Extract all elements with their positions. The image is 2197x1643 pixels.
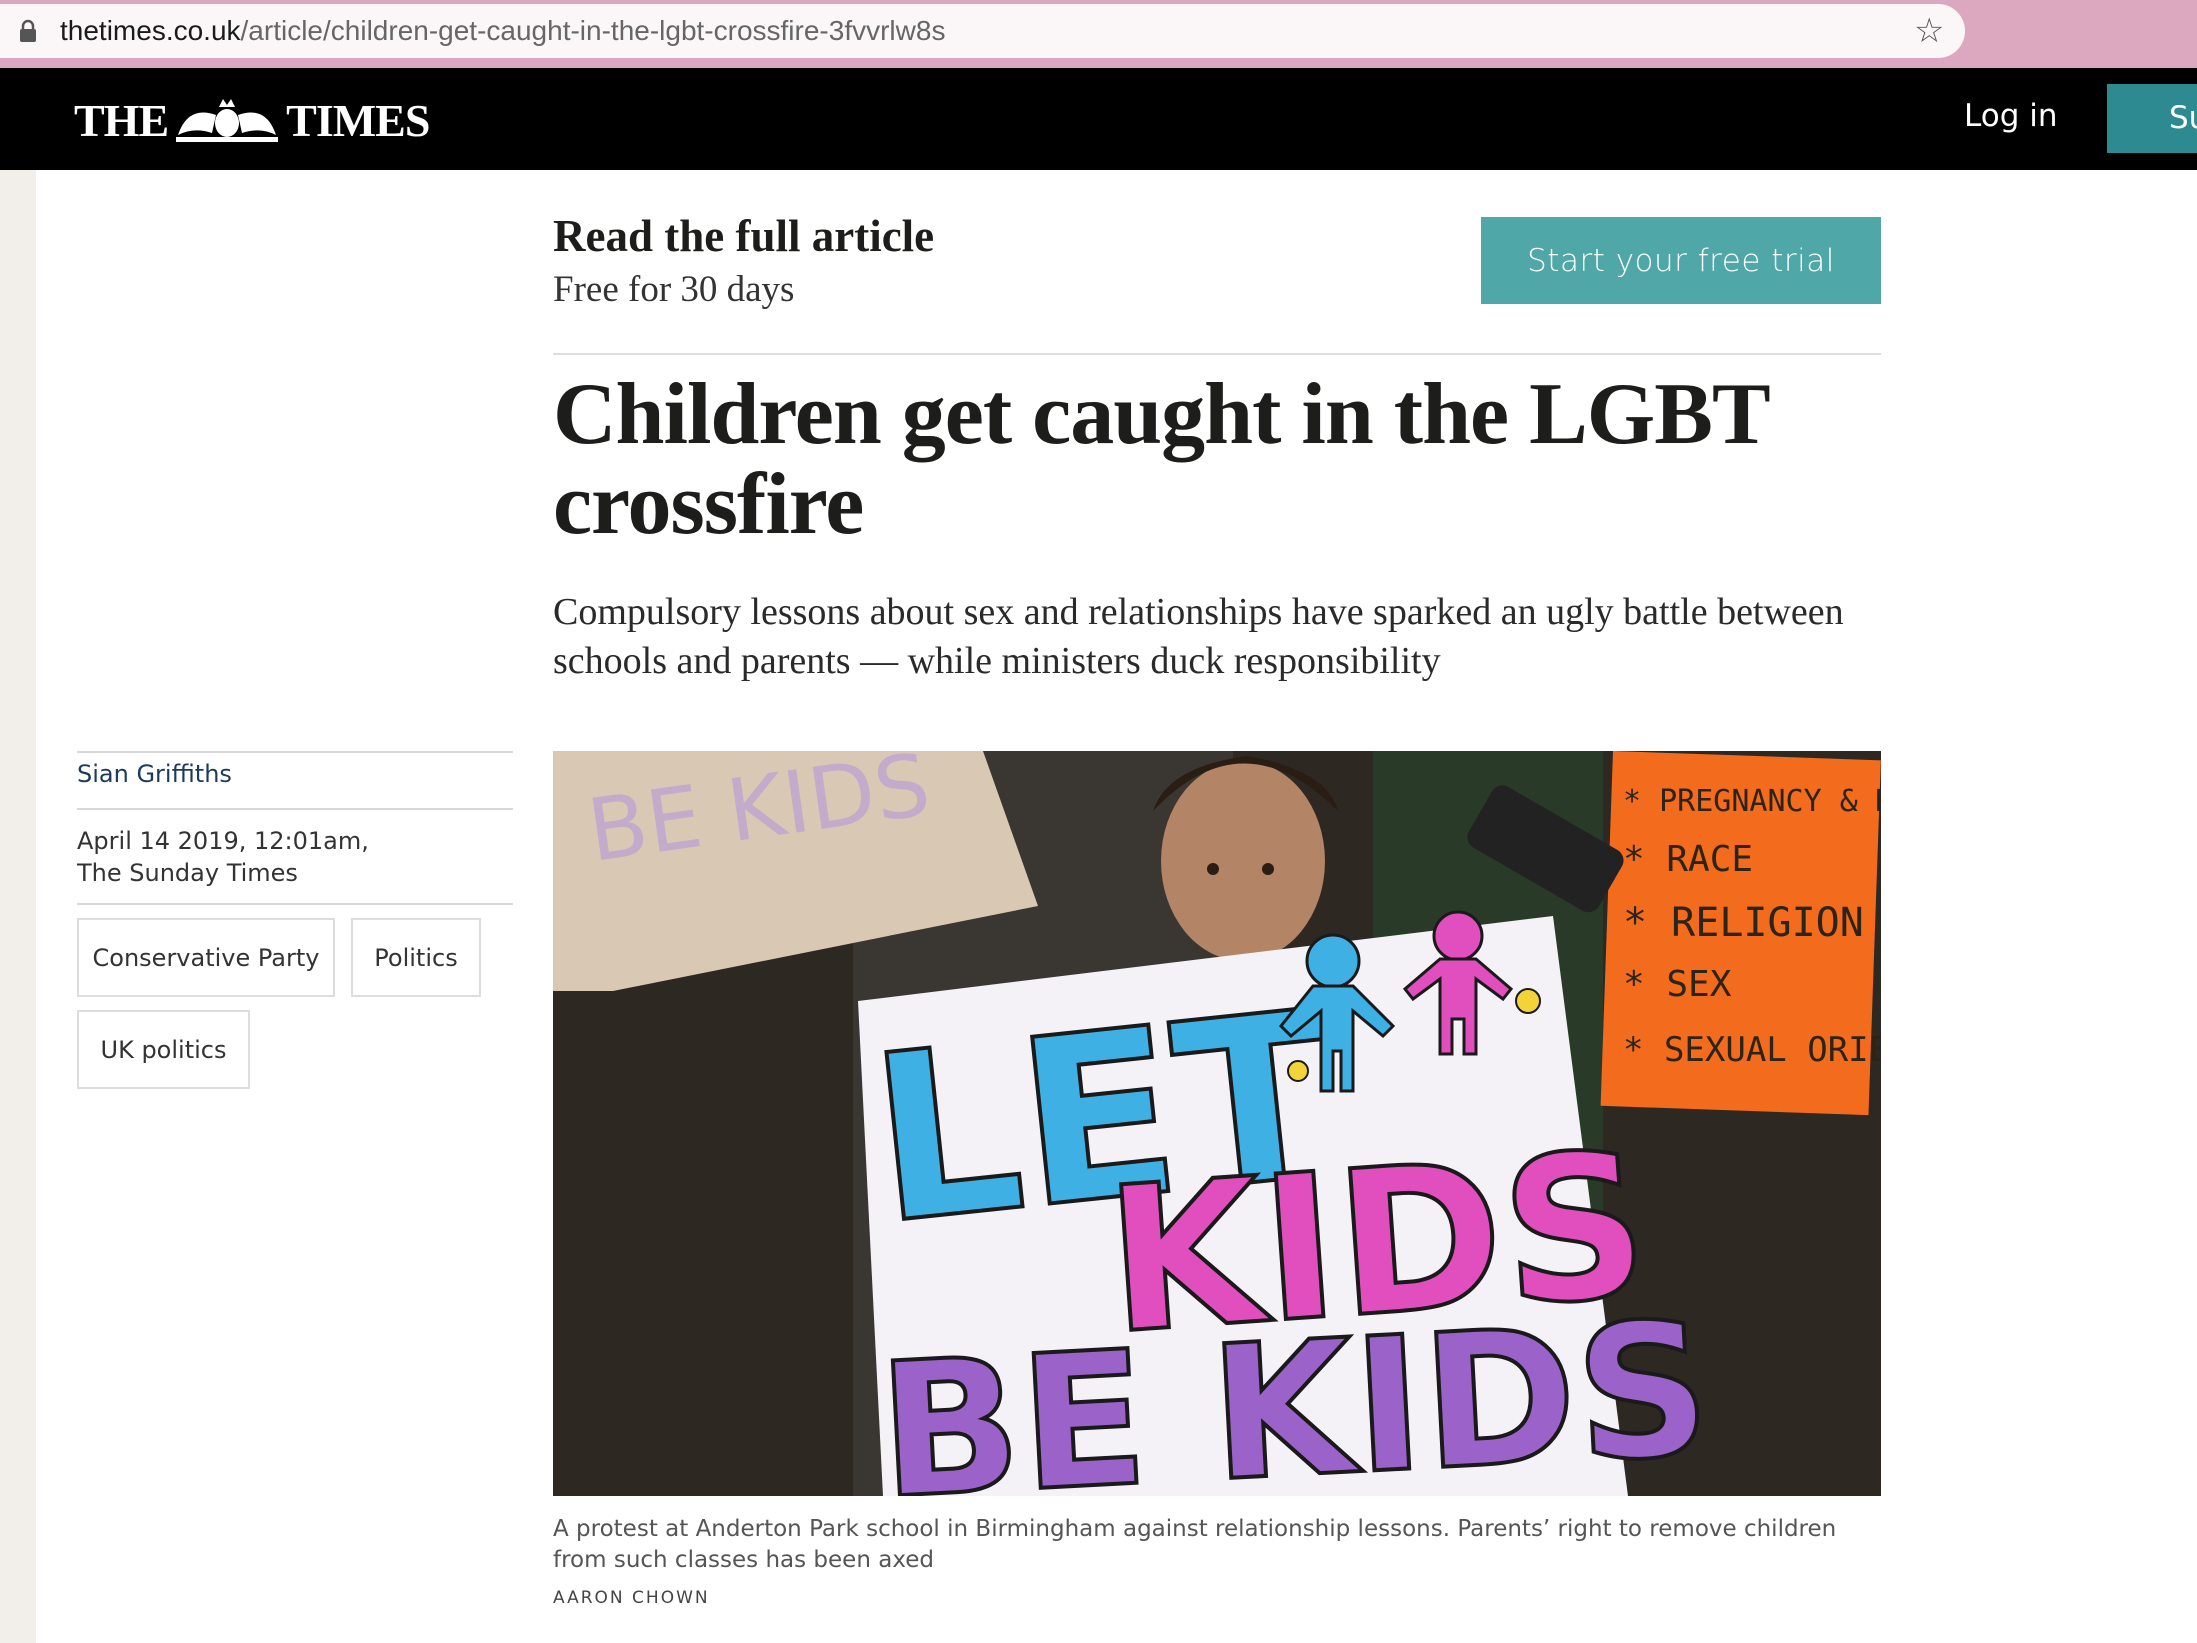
address-bar[interactable]: thetimes.co.uk/article/children-get-caug… bbox=[0, 4, 1965, 58]
url-domain: thetimes.co.uk bbox=[60, 15, 241, 46]
byline-divider bbox=[77, 751, 513, 753]
orange-sign-line: * PREGNANCY & MA bbox=[1623, 784, 1881, 819]
article-page: Read the full article Free for 30 days S… bbox=[36, 170, 2197, 1643]
promo-title: Read the full article bbox=[553, 211, 935, 261]
orange-sign-line: * SEX bbox=[1623, 964, 1732, 1005]
site-header: THE TIMES Log in Su bbox=[0, 68, 2197, 170]
orange-sign-line: * RACE bbox=[1623, 839, 1753, 880]
royal-crest-icon bbox=[176, 99, 279, 142]
the-times-logo[interactable]: THE TIMES bbox=[74, 92, 430, 148]
protest-photo-illustration: BE KIDS * PREGNANCY & MA * RACE * RELIGI… bbox=[553, 751, 1881, 1496]
author-link[interactable]: Sian Griffiths bbox=[77, 760, 232, 788]
photo-caption: A protest at Anderton Park school in Bir… bbox=[553, 1516, 1837, 1573]
byline-divider bbox=[77, 808, 513, 810]
subscribe-button[interactable]: Su bbox=[2107, 84, 2197, 153]
logo-text-the: THE bbox=[74, 94, 169, 146]
article-standfirst: Compulsory lessons about sex and relatio… bbox=[553, 591, 1844, 682]
orange-sign-line: * SEXUAL ORIE bbox=[1623, 1030, 1881, 1070]
photo-credit: AARON CHOWN bbox=[553, 1588, 710, 1608]
publish-date: April 14 2019, 12:01am, The Sunday Times bbox=[77, 825, 369, 889]
bookmark-star-icon[interactable]: ☆ bbox=[1914, 12, 1944, 50]
start-free-trial-button[interactable]: Start your free trial bbox=[1481, 217, 1881, 304]
url-path: /article/children-get-caught-in-the-lgbt… bbox=[240, 15, 946, 46]
publication-name: The Sunday Times bbox=[77, 859, 298, 887]
tag-conservative-party[interactable]: Conservative Party bbox=[77, 918, 335, 997]
logo-text-times: TIMES bbox=[286, 94, 430, 146]
publish-date-line: April 14 2019, 12:01am, bbox=[77, 827, 369, 855]
address-url[interactable]: thetimes.co.uk/article/children-get-caug… bbox=[60, 15, 945, 47]
login-link[interactable]: Log in bbox=[1964, 98, 2057, 134]
tag-uk-politics[interactable]: UK politics bbox=[77, 1010, 250, 1089]
byline-divider bbox=[77, 903, 513, 905]
orange-sign-line: * RELIGION OR bbox=[1623, 900, 1881, 946]
tag-politics[interactable]: Politics bbox=[351, 918, 481, 997]
promo-divider bbox=[553, 353, 1881, 355]
lock-icon bbox=[20, 19, 36, 42]
promo-subtitle: Free for 30 days bbox=[553, 269, 795, 310]
article-headline: Children get caught in the LGBT crossfir… bbox=[553, 366, 1769, 553]
browser-chrome: thetimes.co.uk/article/children-get-caug… bbox=[0, 0, 2197, 68]
article-photo: BE KIDS * PREGNANCY & MA * RACE * RELIGI… bbox=[553, 751, 1881, 1496]
